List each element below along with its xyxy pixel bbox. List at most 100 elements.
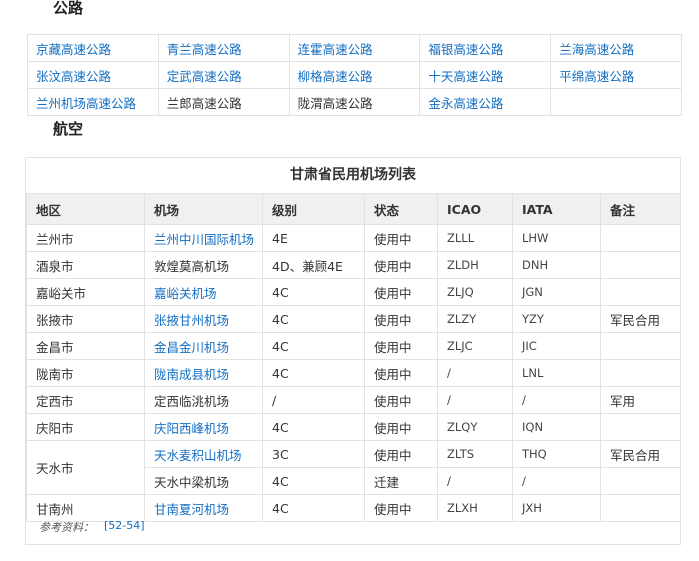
grade-cell: 4C <box>262 305 365 333</box>
airport-table-header-row: 地区 机场 级别 状态 ICAO IATA 备注 <box>26 193 681 225</box>
airport-name: 定西临洮机场 <box>154 393 230 409</box>
note-cell <box>600 413 681 441</box>
icao-cell: ZLJQ <box>437 278 513 306</box>
iata-cell: THQ <box>512 440 601 468</box>
reference-link[interactable]: [52-54] <box>104 519 145 532</box>
highway-link[interactable]: 京藏高速公路 <box>36 42 111 57</box>
highway-link[interactable]: 张汶高速公路 <box>36 69 111 84</box>
table-row: 陇南市 陇南成县机场 4C 使用中 / LNL <box>26 359 681 387</box>
highway-link[interactable]: 十天高速公路 <box>428 69 503 84</box>
icao-cell: ZLDH <box>437 251 513 279</box>
highway-link[interactable]: 柳格高速公路 <box>298 69 373 84</box>
iata-cell: JXH <box>512 494 601 522</box>
airport-cell: 兰州中川国际机场 <box>144 224 263 252</box>
highway-cell <box>550 88 682 116</box>
airport-link[interactable]: 陇南成县机场 <box>154 367 229 382</box>
highway-cell: 连霍高速公路 <box>288 34 421 62</box>
highway-cell: 张汶高速公路 <box>27 61 159 89</box>
region-cell: 甘南州 <box>26 494 145 522</box>
airport-cell: 金昌金川机场 <box>144 332 263 360</box>
airport-table-box: 甘肃省民用机场列表 地区 机场 级别 状态 ICAO IATA 备注 兰州市 兰州中川国际机场… <box>25 157 681 545</box>
grade-cell: 4C <box>262 278 365 306</box>
note-cell: 军用 <box>600 386 681 414</box>
highway-link[interactable]: 兰海高速公路 <box>559 42 634 57</box>
highway-name: 兰郎高速公路 <box>166 95 242 111</box>
airport-link[interactable]: 天水麦积山机场 <box>154 448 242 463</box>
grade-cell: 4D、兼顾4E <box>262 251 365 279</box>
note-cell <box>600 359 681 387</box>
grade-cell: 3C <box>262 440 365 468</box>
note-cell: 军民合用 <box>600 440 681 468</box>
highway-link[interactable]: 福银高速公路 <box>428 42 503 57</box>
note-cell <box>600 224 681 252</box>
column-header: ICAO <box>437 193 513 225</box>
highway-row: 京藏高速公路 青兰高速公路 连霍高速公路 福银高速公路 兰海高速公路 <box>27 34 682 62</box>
column-header: IATA <box>512 193 601 225</box>
icao-cell: ZLXH <box>437 494 513 522</box>
table-row: 甘南州 甘南夏河机场 4C 使用中 ZLXH JXH <box>26 494 681 522</box>
column-header: 机场 <box>144 193 263 225</box>
region-cell: 酒泉市 <box>26 251 145 279</box>
grade-cell: 4C <box>262 332 365 360</box>
highway-row: 张汶高速公路 定武高速公路 柳格高速公路 十天高速公路 平绵高速公路 <box>27 61 682 89</box>
table-row: 金昌市 金昌金川机场 4C 使用中 ZLJC JIC <box>26 332 681 360</box>
airport-cell: 敦煌莫高机场 <box>144 251 263 279</box>
airport-cell: 庆阳西峰机场 <box>144 413 263 441</box>
status-cell: 使用中 <box>364 386 438 414</box>
iata-cell: JIC <box>512 332 601 360</box>
table-row: 嘉峪关市 嘉峪关机场 4C 使用中 ZLJQ JGN <box>26 278 681 306</box>
icao-cell: / <box>437 386 513 414</box>
region-cell: 金昌市 <box>26 332 145 360</box>
grade-cell: 4C <box>262 467 365 495</box>
airport-link[interactable]: 甘南夏河机场 <box>154 502 229 517</box>
status-cell: 使用中 <box>364 305 438 333</box>
reference-line: 参考资料： [52-54] <box>39 519 145 535</box>
airport-link[interactable]: 张掖甘州机场 <box>154 313 229 328</box>
icao-cell: ZLLL <box>437 224 513 252</box>
highway-cell: 京藏高速公路 <box>27 34 159 62</box>
airport-cell: 张掖甘州机场 <box>144 305 263 333</box>
icao-cell: ZLJC <box>437 332 513 360</box>
status-cell: 使用中 <box>364 413 438 441</box>
note-cell <box>600 278 681 306</box>
icao-cell: / <box>437 359 513 387</box>
iata-cell: YZY <box>512 305 601 333</box>
status-cell: 使用中 <box>364 440 438 468</box>
status-cell: 迁建 <box>364 467 438 495</box>
airport-link[interactable]: 庆阳西峰机场 <box>154 421 229 436</box>
table-row: 张掖市 张掖甘州机场 4C 使用中 ZLZY YZY 军民合用 <box>26 305 681 333</box>
table-row: 庆阳市 庆阳西峰机场 4C 使用中 ZLQY IQN <box>26 413 681 441</box>
airport-link[interactable]: 嘉峪关机场 <box>154 286 217 301</box>
airport-link[interactable]: 兰州中川国际机场 <box>154 232 254 247</box>
status-cell: 使用中 <box>364 359 438 387</box>
iata-cell: LHW <box>512 224 601 252</box>
region-cell: 兰州市 <box>26 224 145 252</box>
highway-name: 陇渭高速公路 <box>297 95 373 111</box>
icao-cell: ZLTS <box>437 440 513 468</box>
icao-cell: ZLZY <box>437 305 513 333</box>
highway-link[interactable]: 金永高速公路 <box>428 96 503 111</box>
highway-link[interactable]: 平绵高速公路 <box>559 69 634 84</box>
grade-cell: 4C <box>262 413 365 441</box>
airport-name: 敦煌莫高机场 <box>154 258 230 274</box>
highway-link[interactable]: 青兰高速公路 <box>167 42 242 57</box>
highway-table: 京藏高速公路 青兰高速公路 连霍高速公路 福银高速公路 兰海高速公路张汶高速公路 定武高速… <box>27 34 682 116</box>
highway-row: 兰州机场高速公路 兰郎高速公路 陇渭高速公路 金永高速公路 <box>27 88 682 116</box>
iata-cell: DNH <box>512 251 601 279</box>
iata-cell: IQN <box>512 413 601 441</box>
note-cell <box>600 251 681 279</box>
airport-name: 天水中梁机场 <box>154 474 230 490</box>
highway-cell: 陇渭高速公路 <box>288 88 421 116</box>
highway-link[interactable]: 连霍高速公路 <box>298 42 373 57</box>
airport-link[interactable]: 金昌金川机场 <box>154 340 229 355</box>
status-cell: 使用中 <box>364 332 438 360</box>
highway-link[interactable]: 兰州机场高速公路 <box>36 96 136 111</box>
reference-label: 参考资料： <box>39 521 94 534</box>
highway-link[interactable]: 定武高速公路 <box>167 69 242 84</box>
note-cell <box>600 494 681 522</box>
grade-cell: 4E <box>262 224 365 252</box>
column-header: 地区 <box>26 193 145 225</box>
highway-cell: 兰郎高速公路 <box>157 88 290 116</box>
status-cell: 使用中 <box>364 224 438 252</box>
column-header: 备注 <box>600 193 681 225</box>
